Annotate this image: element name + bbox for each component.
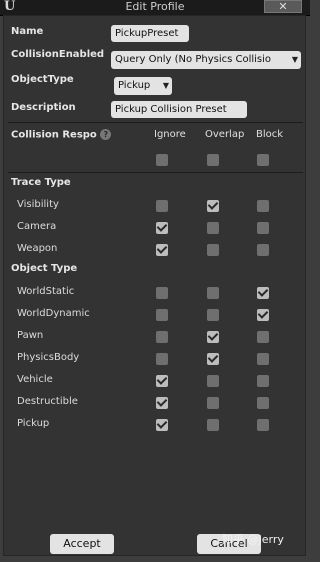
ignore-checkbox[interactable]: [156, 397, 168, 409]
ignore-checkbox[interactable]: [156, 244, 168, 256]
object-label: Pickup: [17, 418, 50, 429]
all-block-checkbox[interactable]: [257, 154, 269, 166]
collision-responses-label: Collision Respo ?: [11, 129, 112, 141]
all-overlap-checkbox[interactable]: [207, 154, 219, 166]
divider: [8, 122, 303, 123]
dropdown-arrow-icon: ▼: [291, 55, 298, 64]
name-label: Name: [11, 26, 44, 37]
trace-type-section: Trace Type: [11, 177, 71, 188]
block-checkbox[interactable]: [257, 309, 269, 321]
description-field[interactable]: Pickup Collision Preset: [111, 101, 247, 118]
object-label: WorldDynamic: [17, 308, 90, 319]
title-bar: U Edit Profile ✕: [0, 0, 310, 16]
ignore-checkbox[interactable]: [156, 222, 168, 234]
overlap-checkbox[interactable]: [207, 375, 219, 387]
overlap-checkbox[interactable]: [207, 353, 219, 365]
description-label: Description: [11, 102, 76, 113]
accept-button[interactable]: Accept: [50, 534, 114, 554]
trace-label: Weapon: [17, 243, 58, 254]
overlap-checkbox[interactable]: [207, 397, 219, 409]
block-checkbox[interactable]: [257, 287, 269, 299]
object-type-label: ObjectType: [11, 74, 74, 85]
collision-responses-text: Collision Respo: [11, 129, 97, 141]
column-ignore: Ignore: [154, 129, 186, 140]
close-button[interactable]: ✕: [264, 0, 302, 13]
overlap-checkbox[interactable]: [207, 287, 219, 299]
block-checkbox[interactable]: [257, 222, 269, 234]
overlap-checkbox[interactable]: [207, 222, 219, 234]
edit-profile-panel: Name PickupPreset CollisionEnabled Query…: [3, 15, 306, 556]
block-checkbox[interactable]: [257, 353, 269, 365]
block-checkbox[interactable]: [257, 244, 269, 256]
ignore-checkbox[interactable]: [156, 287, 168, 299]
object-label: PhysicsBody: [17, 352, 80, 363]
all-ignore-checkbox[interactable]: [156, 154, 168, 166]
ignore-checkbox[interactable]: [156, 375, 168, 387]
ignore-checkbox[interactable]: [156, 353, 168, 365]
trace-label: Camera: [17, 221, 57, 232]
column-block: Block: [256, 129, 284, 140]
block-checkbox[interactable]: [257, 397, 269, 409]
object-label: Destructible: [17, 396, 78, 407]
object-type-dropdown[interactable]: Pickup ▼: [114, 77, 172, 95]
ignore-checkbox[interactable]: [156, 200, 168, 212]
collision-enabled-label: CollisionEnabled: [11, 49, 105, 60]
overlap-checkbox[interactable]: [207, 419, 219, 431]
object-type-section: Object Type: [11, 263, 78, 274]
overlap-checkbox[interactable]: [207, 331, 219, 343]
object-label: Vehicle: [17, 374, 53, 385]
column-overlap: Overlap: [205, 129, 245, 140]
name-field[interactable]: PickupPreset: [111, 25, 189, 42]
ignore-checkbox[interactable]: [156, 309, 168, 321]
watermark-text: 知乎 @Jerry: [222, 533, 284, 546]
block-checkbox[interactable]: [257, 419, 269, 431]
dropdown-arrow-icon: ▼: [162, 81, 169, 90]
collision-enabled-dropdown[interactable]: Query Only (No Physics Collisio ▼: [111, 51, 301, 69]
object-label: Pawn: [17, 330, 44, 341]
collision-enabled-value: Query Only (No Physics Collisio: [115, 54, 272, 65]
trace-label: Visibility: [17, 199, 59, 210]
block-checkbox[interactable]: [257, 200, 269, 212]
object-type-value: Pickup: [118, 80, 151, 91]
ignore-checkbox[interactable]: [156, 419, 168, 431]
help-icon[interactable]: ?: [100, 129, 112, 140]
block-checkbox[interactable]: [257, 375, 269, 387]
overlap-checkbox[interactable]: [207, 309, 219, 321]
block-checkbox[interactable]: [257, 331, 269, 343]
ignore-checkbox[interactable]: [156, 331, 168, 343]
object-label: WorldStatic: [17, 286, 75, 297]
overlap-checkbox[interactable]: [207, 244, 219, 256]
overlap-checkbox[interactable]: [207, 200, 219, 212]
divider: [8, 172, 303, 173]
